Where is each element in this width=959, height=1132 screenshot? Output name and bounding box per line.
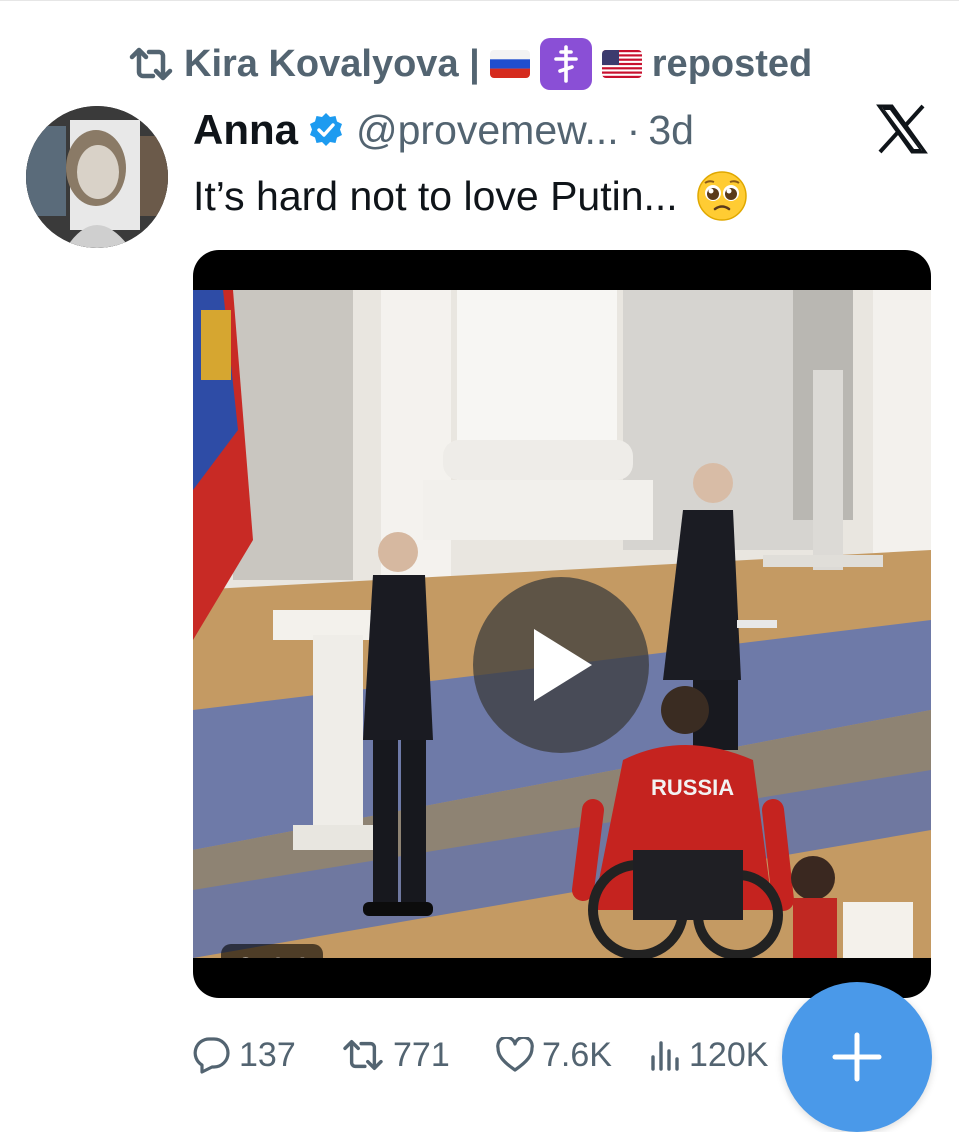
tweet-header: Anna @provemew... · 3d [193, 100, 694, 160]
plus-icon [832, 1032, 882, 1082]
tweet-actions: 137 771 7.6K 120K [193, 1030, 813, 1080]
jersey-text: RUSSIA [651, 775, 734, 800]
tweet-timestamp[interactable]: 3d [648, 107, 694, 154]
repost-header[interactable]: Kira Kovalyova | reposted [128, 38, 813, 90]
tweet-text: It’s hard not to love Putin... [193, 168, 748, 224]
reply-count: 137 [239, 1035, 296, 1074]
repost-button[interactable]: 771 [341, 1030, 450, 1080]
author-name[interactable]: Anna [193, 106, 298, 154]
repost-icon [343, 1040, 383, 1070]
tweet-body: It’s hard not to love Putin... [193, 172, 678, 219]
author-handle[interactable]: @provemew... [356, 107, 619, 154]
reposter-name[interactable]: Kira Kovalyova | [184, 43, 480, 86]
heart-icon [496, 1037, 534, 1072]
pleading-face-emoji-icon [696, 170, 748, 222]
repost-icon [129, 47, 173, 81]
views-button[interactable]: 120K [649, 1030, 768, 1080]
like-count: 7.6K [542, 1035, 612, 1074]
reposted-label: reposted [651, 42, 813, 85]
views-chart-icon [651, 1041, 679, 1071]
author-avatar[interactable] [26, 106, 168, 248]
views-count: 120K [689, 1035, 769, 1074]
compose-button[interactable] [782, 982, 932, 1132]
usa-flag-icon [601, 50, 642, 78]
like-button[interactable]: 7.6K [496, 1030, 612, 1080]
orthodox-cross-icon [539, 38, 592, 90]
russia-flag-icon [489, 50, 530, 78]
top-divider [0, 0, 959, 1]
repost-count: 771 [393, 1035, 450, 1074]
reply-icon [193, 1037, 230, 1074]
play-icon [534, 629, 592, 701]
play-button[interactable] [473, 577, 649, 753]
reply-button[interactable]: 137 [193, 1030, 296, 1080]
video-duration: 0:14 [221, 944, 323, 958]
separator-dot: · [626, 106, 641, 153]
x-logo-icon[interactable] [876, 104, 928, 154]
video-thumbnail[interactable]: RUSSIA 0:14 [193, 290, 931, 958]
verified-badge-icon [310, 113, 342, 146]
video-player[interactable]: RUSSIA 0:14 [193, 250, 931, 998]
